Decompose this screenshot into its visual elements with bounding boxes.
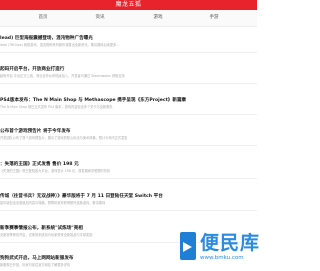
list-item[interactable]: PS4版本发布：The N Main Shop 与 Methascope 携手呈… — [0, 97, 257, 115]
nav-tab-home[interactable]: 首页 — [39, 10, 48, 26]
divider — [0, 145, 257, 146]
article-desc: The N Main Shop 现已正式发布 PS4 版本，游戏内容包含多个关卡… — [0, 105, 113, 109]
nav-tab-mobile[interactable]: 手游 — [210, 10, 219, 26]
nav-tab-news[interactable]: 资讯 — [96, 10, 105, 26]
nav-tab-games[interactable]: 游戏 — [154, 10, 163, 26]
article-desc: 开发团队公布了首个游戏预告片，展示了游戏的核心玩法与美术风格，预计今年内正式发售 — [0, 136, 128, 140]
article-desc: 起码开启 平台正式上线，商业合作伙伴陆续加入，开发者可通过 Steamworks… — [0, 74, 125, 78]
site-title[interactable]: 魔龙五狐 — [0, 0, 257, 10]
list-item[interactable]: ：失落的王国》正式发售 售价 198 元 《失落的王国》现已登陆各大平台，游戏售… — [0, 161, 257, 179]
divider — [0, 52, 257, 53]
watermark-logo: 便民库 www.bmku.com — [180, 230, 259, 268]
article-desc: 豪华版包含全部追加内容与特典，预购玩家可获得额外奖励道具，敬请期待 — [0, 201, 106, 205]
divider — [0, 83, 257, 84]
header-bar: 魔龙五狐 — [0, 0, 257, 10]
list-item[interactable]: 传城（往昔书兵？无双战神）》豪华版将于 7 月 11 日登陆任天堂 Switch… — [0, 193, 257, 211]
list-item[interactable]: 起码开启平台，开放商业打造行 起码开启 平台正式上线，商业合作伙伴陆续加入，开发… — [0, 66, 257, 84]
divider — [0, 210, 257, 211]
article-desc: lead (TNOlive) 网络游戏，混沌物种系列新作将推出全新资讯，敬请期待… — [0, 43, 120, 47]
watermark-url: www.bmku.com — [200, 255, 244, 261]
play-icon — [180, 232, 196, 260]
watermark-text: 便民库 — [200, 232, 261, 254]
article-desc: 《失落的王国》现已登陆各大平台，游戏售价 198 元，首发期间享受限时折扣 — [0, 169, 111, 173]
list-item[interactable]: lead) 巨型海报震撼登场，混沌物种广告曝光 lead (TNOlive) 网… — [0, 35, 257, 53]
divider — [0, 114, 257, 115]
divider — [0, 178, 257, 179]
nav-bar: 首页 资讯 游戏 手游 — [0, 10, 257, 27]
list-item[interactable]: 公布首个游戏预告片 将于今年发布 开发团队公布了首个游戏预告片，展示了游戏的核心… — [0, 128, 257, 146]
